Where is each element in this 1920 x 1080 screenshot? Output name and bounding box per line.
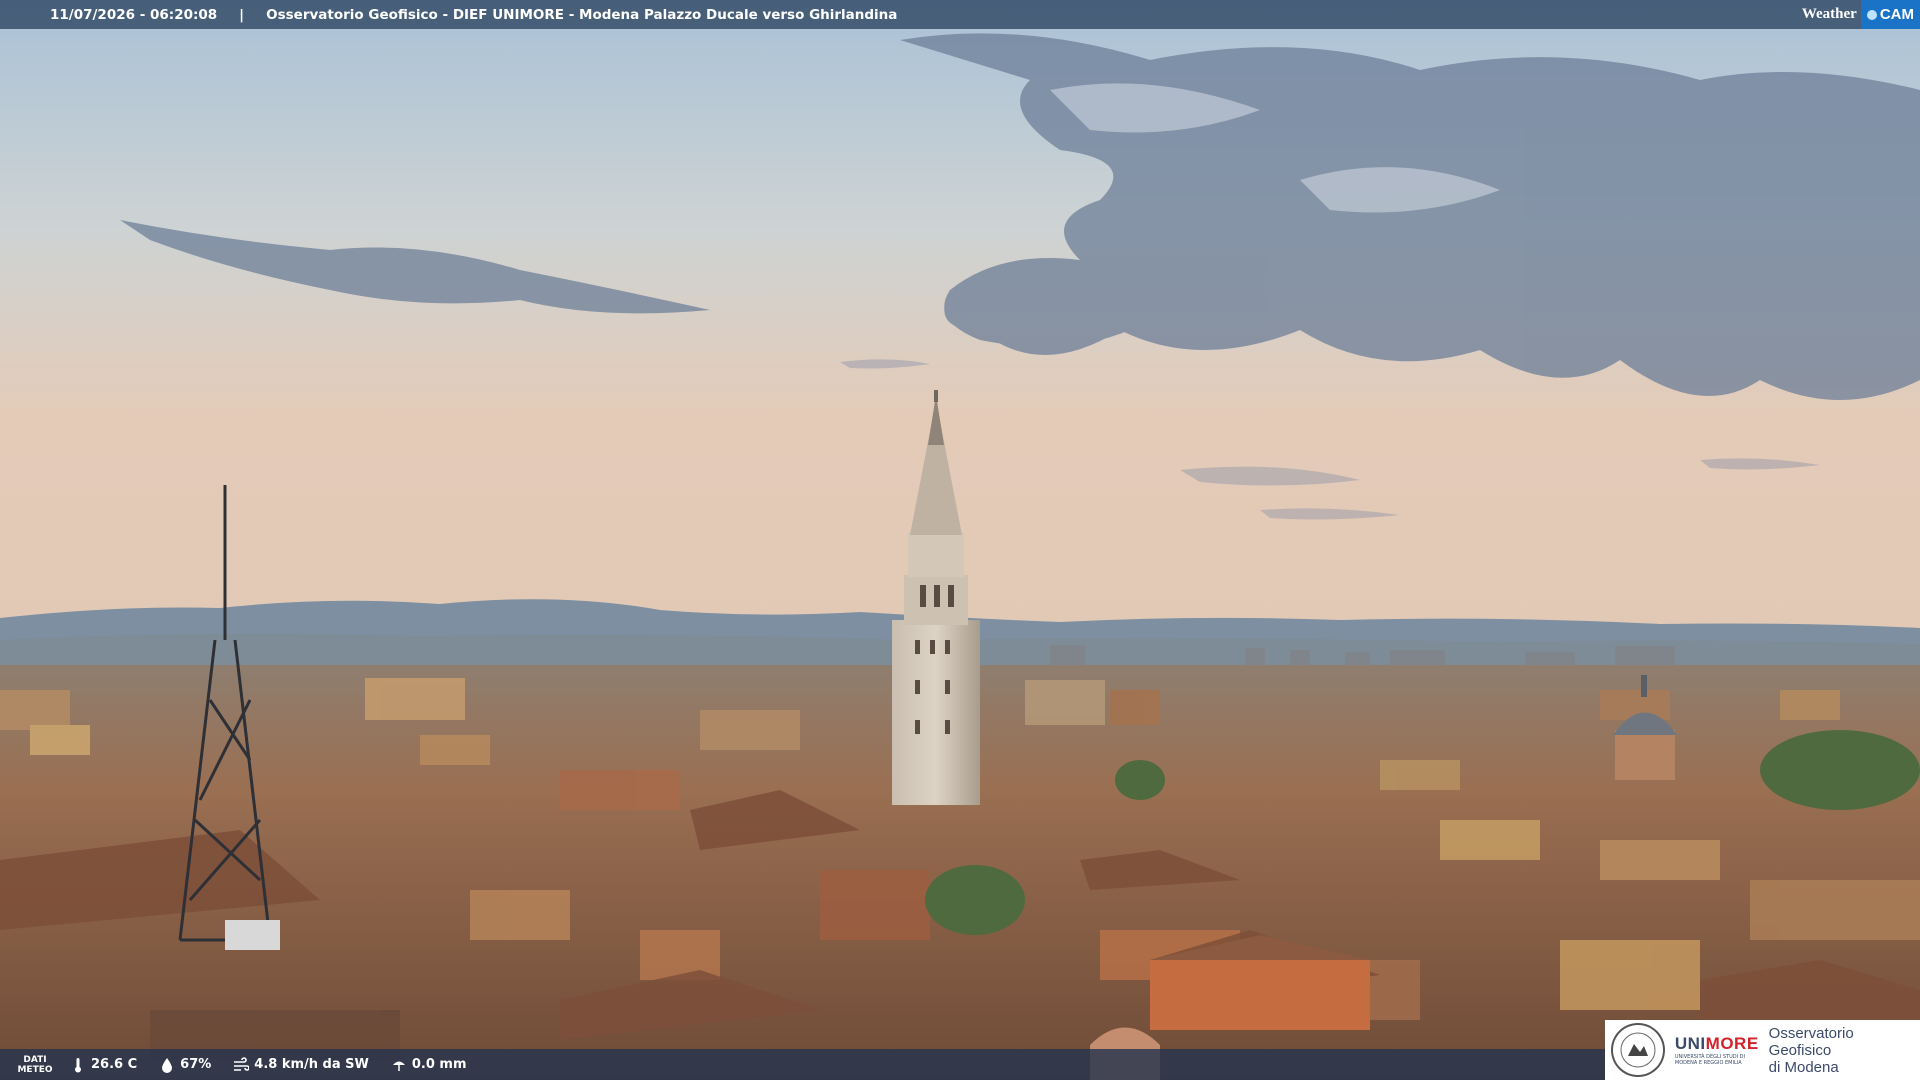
unimore-logo-box: UNIMORE UNIVERSITÀ DEGLI STUDI DI MODENA… (1605, 1020, 1920, 1080)
rain-item: 0.0 mm (391, 1057, 467, 1073)
observatory-name: Osservatorio Geofisico di Modena (1769, 1025, 1920, 1076)
observatory-line1: Osservatorio Geofisico (1768, 1024, 1854, 1059)
observatory-line2: di Modena (1768, 1058, 1839, 1076)
humidity-drop-icon (159, 1057, 175, 1073)
meteo-label: METEO (17, 1064, 53, 1075)
cam-word: CAM (1879, 6, 1914, 23)
temperature-value: 26.6 C (91, 1057, 138, 1072)
rain-gauge-icon (391, 1057, 407, 1073)
antenna-equipment (225, 920, 280, 950)
dati-meteo-label: DATI METEO (0, 1055, 70, 1075)
thermometer-icon (70, 1057, 86, 1073)
webcam-scene (0, 0, 1920, 1080)
weather-data-bar: DATI METEO 26.6 C 67% 4.8 km/h da SW 0.0… (0, 1049, 1605, 1080)
more-text: MORE (1705, 1034, 1759, 1053)
cam-badge: CAM (1860, 0, 1920, 29)
top-info-bar: 11/07/2026 - 06:20:08 | Osservatorio Geo… (0, 0, 1920, 29)
wind-item: 4.8 km/h da SW (233, 1056, 369, 1073)
timestamp: 11/07/2026 - 06:20:08 (50, 6, 218, 23)
uni-text: UNI (1674, 1034, 1706, 1053)
university-seal-icon (1611, 1023, 1665, 1077)
unimore-wordmark: UNIMORE UNIVERSITÀ DEGLI STUDI DI MODENA… (1675, 1034, 1759, 1066)
humidity-value: 67% (180, 1057, 212, 1072)
rain-value: 0.0 mm (411, 1057, 467, 1072)
wind-icon (233, 1056, 250, 1073)
temperature-item: 26.6 C (70, 1057, 137, 1073)
weathercam-logo: Weather CAM (1802, 0, 1920, 29)
wind-value: 4.8 km/h da SW (254, 1057, 369, 1072)
humidity-item: 67% (159, 1057, 211, 1073)
lens-icon (1866, 9, 1877, 20)
dati-label: DATI (23, 1054, 47, 1065)
university-subtitle-line2: MODENA E REGGIO EMILIA (1674, 1060, 1742, 1066)
separator: | (239, 6, 245, 23)
camera-title: Osservatorio Geofisico - DIEF UNIMORE - … (266, 6, 898, 23)
weather-word: Weather (1801, 6, 1857, 22)
